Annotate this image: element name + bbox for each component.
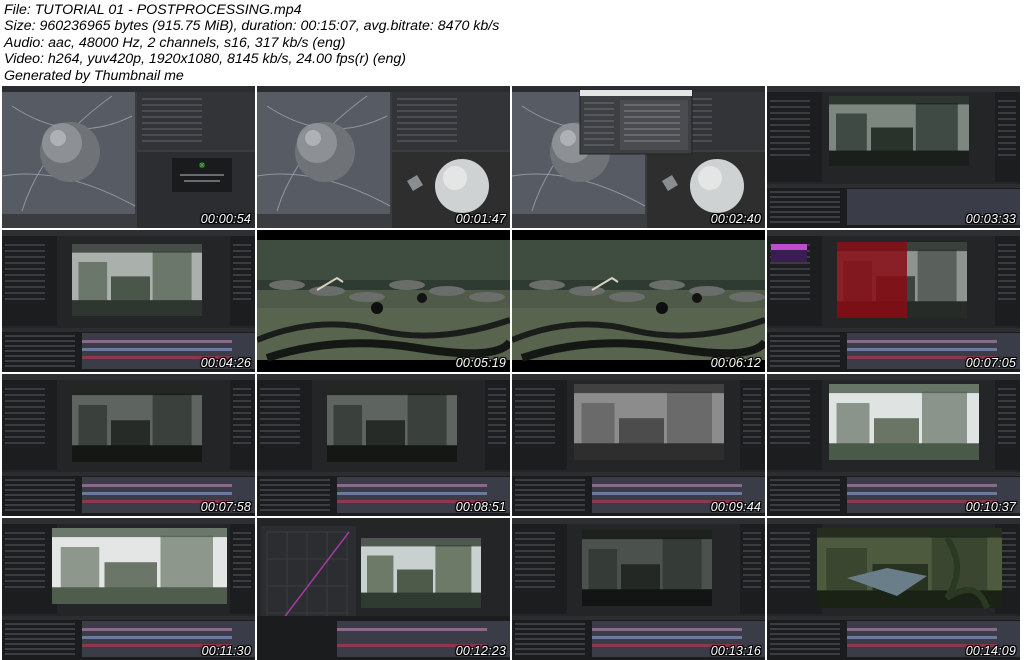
video-frame-image xyxy=(2,518,255,660)
thumbnail: ❋ 00:00:54 xyxy=(2,86,255,228)
timestamp: 00:05:19 xyxy=(455,356,506,370)
timestamp: 00:09:44 xyxy=(710,500,761,514)
thumbnail: 00:13:16 xyxy=(512,518,765,660)
video-frame-image xyxy=(767,86,1020,228)
timestamp: 00:07:58 xyxy=(200,500,251,514)
thumbnail: 00:05:19 xyxy=(257,230,510,372)
timestamp: 00:11:30 xyxy=(201,644,251,658)
svg-text:❋: ❋ xyxy=(199,161,206,170)
generator-line: Generated by Thumbnail me xyxy=(4,67,184,84)
timestamp: 00:07:05 xyxy=(965,356,1016,370)
video-frame-image xyxy=(512,86,765,228)
file-name-line: File: TUTORIAL 01 - POSTPROCESSING.mp4 xyxy=(4,2,302,18)
timestamp: 00:02:40 xyxy=(710,212,761,226)
timestamp: 00:06:12 xyxy=(710,356,761,370)
thumbnail: 00:08:51 xyxy=(257,374,510,516)
timestamp: 00:04:26 xyxy=(200,356,251,370)
video-frame-image xyxy=(2,230,255,372)
video-frame-image xyxy=(767,518,1020,660)
thumbnail: 00:03:33 xyxy=(767,86,1020,228)
thumbnail: 00:07:58 xyxy=(2,374,255,516)
thumbnail: 00:11:30 xyxy=(2,518,255,660)
thumbnail: 00:07:05 xyxy=(767,230,1020,372)
thumbnail: 00:14:09 xyxy=(767,518,1020,660)
video-frame-image xyxy=(257,86,510,228)
thumbnail: 00:06:12 xyxy=(512,230,765,372)
timestamp: 00:01:47 xyxy=(455,212,506,226)
media-info-header: File: TUTORIAL 01 - POSTPROCESSING.mp4 S… xyxy=(4,2,499,84)
thumbnail: 00:10:37 xyxy=(767,374,1020,516)
video-frame-image xyxy=(512,230,765,372)
thumbnail-grid: ❋ 00:00:54 00:01:47 00:02:40 00:03:33 00:… xyxy=(2,86,1020,660)
thumbnail: 00:02:40 xyxy=(512,86,765,228)
timestamp: 00:03:33 xyxy=(965,212,1016,226)
thumbnail: 00:09:44 xyxy=(512,374,765,516)
video-frame-image xyxy=(257,374,510,516)
thumbnail: 00:01:47 xyxy=(257,86,510,228)
audio-info-line: Audio: aac, 48000 Hz, 2 channels, s16, 3… xyxy=(4,34,346,51)
video-frame-image xyxy=(2,374,255,516)
video-frame-image xyxy=(512,374,765,516)
video-frame-image xyxy=(257,230,510,372)
timestamp: 00:08:51 xyxy=(455,500,506,514)
timestamp: 00:10:37 xyxy=(965,500,1016,514)
thumbnail: 00:12:23 xyxy=(257,518,510,660)
video-frame-image xyxy=(512,518,765,660)
thumbnail: 00:04:26 xyxy=(2,230,255,372)
timestamp: 00:13:16 xyxy=(710,644,761,658)
video-frame-image xyxy=(257,518,510,660)
timestamp: 00:14:09 xyxy=(965,644,1016,658)
video-frame-image xyxy=(767,230,1020,372)
video-info-line: Video: h264, yuv420p, 1920x1080, 8145 kb… xyxy=(4,51,406,68)
file-size-line: Size: 960236965 bytes (915.75 MiB), dura… xyxy=(4,18,500,35)
video-frame-image xyxy=(767,374,1020,516)
video-frame-image: ❋ xyxy=(2,86,255,228)
timestamp: 00:12:23 xyxy=(455,644,506,658)
timestamp: 00:00:54 xyxy=(200,212,251,226)
